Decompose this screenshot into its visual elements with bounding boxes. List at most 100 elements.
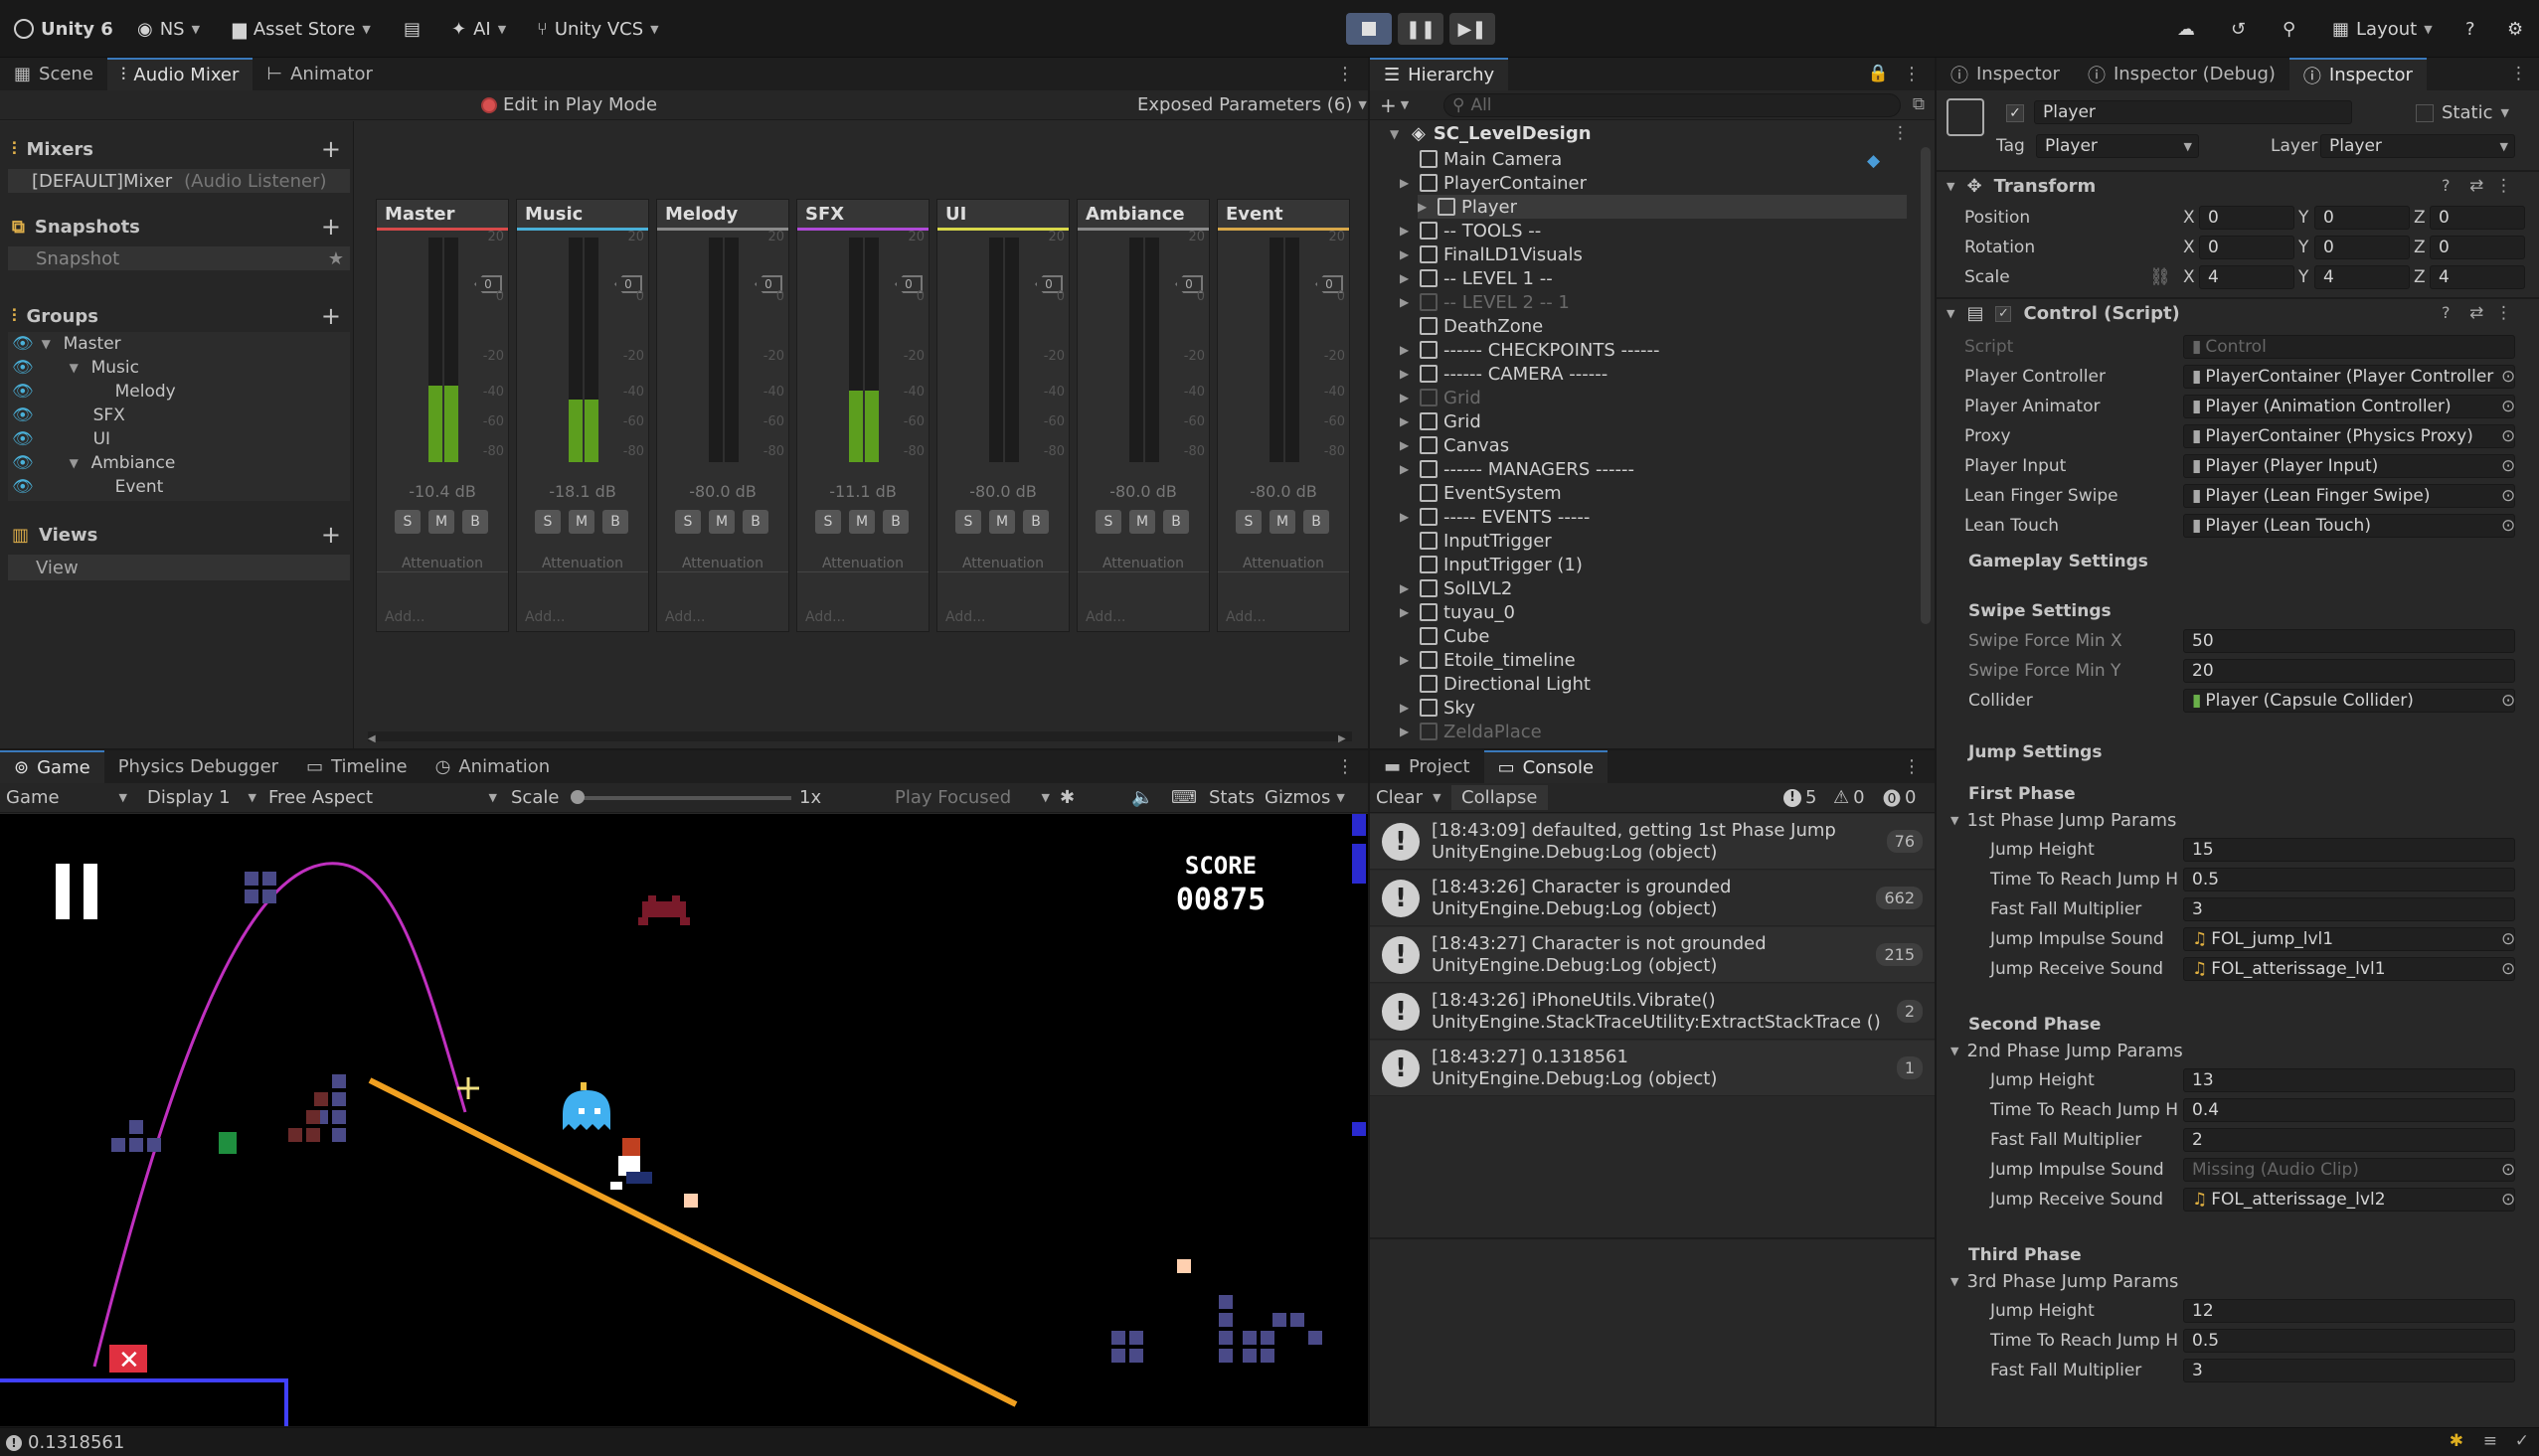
unity-menu[interactable]: Unity 6 bbox=[14, 14, 113, 44]
object-reference-field[interactable]: ▮ Player (Player Input) bbox=[2183, 454, 2515, 478]
scene-root[interactable]: ▼ ◈ SC_LevelDesign bbox=[1390, 123, 1592, 144]
play-focused-dropdown[interactable]: Play Focused ▼ bbox=[895, 787, 1054, 808]
mute-button[interactable]: M bbox=[1270, 510, 1295, 534]
swipe-force-min-y-field[interactable]: 20 bbox=[2183, 659, 2515, 683]
eye-icon[interactable]: 👁 bbox=[12, 382, 34, 402]
mute-button[interactable]: M bbox=[1129, 510, 1155, 534]
expand-arrow-icon[interactable]: ▶ bbox=[1400, 367, 1414, 381]
group-master[interactable]: 👁 ▼ Master bbox=[12, 334, 121, 354]
solo-button[interactable]: S bbox=[395, 510, 421, 534]
component-kebab-icon[interactable]: ⋮ bbox=[2495, 176, 2512, 196]
object-picker-icon[interactable]: ⊙ bbox=[2501, 486, 2515, 506]
expand-arrow-icon[interactable]: ▼ bbox=[42, 337, 56, 351]
strip-name[interactable]: Ambiance bbox=[1078, 200, 1209, 228]
hierarchy-item[interactable]: Cube bbox=[1400, 624, 1489, 648]
database-icon[interactable]: ≡ bbox=[2483, 1431, 2497, 1451]
strip-name[interactable]: SFX bbox=[797, 200, 929, 228]
strip-name[interactable]: Master bbox=[377, 200, 508, 228]
hierarchy-item[interactable]: InputTrigger bbox=[1400, 529, 1552, 553]
expand-arrow-icon[interactable]: ▼ bbox=[1950, 1275, 1958, 1288]
add-group-button[interactable]: + bbox=[321, 302, 341, 330]
console-log-entry[interactable]: ! [18:43:26] Character is grounded UnityEn… bbox=[1370, 871, 1935, 926]
edit-in-play-mode-toggle[interactable]: Edit in Play Mode bbox=[481, 94, 657, 115]
rotation-x-field[interactable]: 0 bbox=[2199, 236, 2294, 259]
bypass-button[interactable]: B bbox=[462, 510, 488, 534]
group-melody[interactable]: 👁 Melody bbox=[12, 382, 176, 402]
expand-arrow-icon[interactable]: ▶ bbox=[1400, 295, 1414, 309]
check-circle-icon[interactable]: ✓ bbox=[2515, 1431, 2529, 1451]
account-dropdown[interactable]: ◉ NS ▼ bbox=[137, 14, 200, 44]
tab-inspector-debug[interactable]: ⓘ Inspector (Debug) bbox=[2074, 58, 2289, 90]
object-reference-field[interactable]: ▮ PlayerContainer (Player Controller bbox=[2183, 365, 2515, 389]
eye-icon[interactable]: 👁 bbox=[12, 334, 34, 354]
jump-height-field[interactable]: 15 bbox=[2183, 838, 2515, 862]
hierarchy-item[interactable]: ▶ -- LEVEL 1 -- bbox=[1400, 266, 1553, 290]
expand-arrow-icon[interactable]: ▶ bbox=[1400, 414, 1414, 428]
object-picker-icon[interactable]: ⊙ bbox=[2501, 367, 2515, 387]
object-reference-field[interactable]: ▮ PlayerContainer (Physics Proxy) bbox=[2183, 424, 2515, 448]
tab-audio-mixer[interactable]: ⫶ Audio Mixer bbox=[106, 58, 254, 90]
hierarchy-item[interactable]: Directional Light bbox=[1400, 672, 1591, 696]
solo-button[interactable]: S bbox=[955, 510, 981, 534]
solo-button[interactable]: S bbox=[535, 510, 561, 534]
eye-icon[interactable]: 👁 bbox=[12, 453, 34, 473]
scale-y-field[interactable]: 4 bbox=[2314, 265, 2410, 289]
time-to-reach-field[interactable]: 0.5 bbox=[2183, 1329, 2515, 1353]
solo-button[interactable]: S bbox=[1236, 510, 1262, 534]
expand-arrow-icon[interactable]: ▼ bbox=[1947, 307, 1954, 320]
tab-console[interactable]: ▭ Console bbox=[1483, 750, 1608, 783]
hierarchy-item[interactable]: ▶ Sky bbox=[1400, 696, 1475, 720]
hierarchy-item[interactable]: ▶ -- TOOLS -- bbox=[1400, 219, 1541, 243]
hierarchy-item[interactable]: ▶ Grid bbox=[1400, 386, 1481, 409]
mixer-horizontal-scrollbar[interactable]: ◀ ▶ bbox=[368, 731, 1352, 744]
view-item[interactable]: View bbox=[8, 555, 350, 580]
hierarchy-item[interactable]: ▶ Grid bbox=[1400, 409, 1481, 433]
fast-fall-field[interactable]: 3 bbox=[2183, 897, 2515, 921]
hierarchy-item[interactable]: ▶ ZeldaPlace bbox=[1400, 720, 1542, 743]
add-view-button[interactable]: + bbox=[321, 521, 341, 549]
vcs-dropdown[interactable]: ⑂ Unity VCS ▼ bbox=[537, 14, 659, 44]
receive-sound-field[interactable]: ♫ FOL_atterissage_lvl1 bbox=[2183, 957, 2515, 981]
mixer-item[interactable]: [DEFAULT]Mixer (Audio Listener) bbox=[8, 169, 350, 193]
hierarchy-item[interactable]: DeathZone bbox=[1400, 314, 1543, 338]
mute-button[interactable]: M bbox=[428, 510, 454, 534]
game-viewport[interactable]: ✕ SCORE 00875 bbox=[0, 814, 1368, 1426]
expand-arrow-icon[interactable]: ▶ bbox=[1400, 510, 1414, 524]
hierarchy-search-input[interactable]: ⚲ All bbox=[1443, 92, 1901, 117]
preset-icon[interactable]: ⇄ bbox=[2469, 176, 2483, 196]
add-snapshot-button[interactable]: + bbox=[321, 213, 341, 241]
create-dropdown[interactable]: + ▼ bbox=[1380, 93, 1409, 117]
hierarchy-item[interactable]: ▶ ------ MANAGERS ------ bbox=[1400, 457, 1634, 481]
control-script-header[interactable]: ▼ ▤ ✓ Control (Script) bbox=[1947, 303, 2180, 324]
package-icon-button[interactable]: ▤ bbox=[404, 14, 421, 44]
object-picker-icon[interactable]: ⊙ bbox=[2501, 1190, 2515, 1210]
swipe-force-min-x-field[interactable]: 50 bbox=[2183, 629, 2515, 653]
strip-name[interactable]: Melody bbox=[657, 200, 788, 228]
position-x-field[interactable]: 0 bbox=[2199, 206, 2294, 230]
layer-dropdown[interactable]: Player ▼ bbox=[2320, 134, 2515, 158]
add-mixer-button[interactable]: + bbox=[321, 135, 341, 163]
add-effect-button[interactable]: Add... bbox=[665, 609, 705, 625]
expand-arrow-icon[interactable]: ▼ bbox=[70, 456, 84, 470]
asset-store-dropdown[interactable]: ▆ Asset Store ▼ bbox=[233, 14, 371, 44]
layout-dropdown[interactable]: ▦ Layout ▼ bbox=[2332, 14, 2433, 44]
time-to-reach-field[interactable]: 0.5 bbox=[2183, 868, 2515, 891]
snapshot-item[interactable]: Snapshot ★ bbox=[8, 246, 350, 270]
status-message[interactable]: ! 0.1318561 bbox=[6, 1432, 124, 1453]
kebab-menu-icon[interactable]: ⋮ bbox=[1903, 756, 1921, 777]
active-checkbox[interactable]: ✓ bbox=[2006, 104, 2024, 122]
jump-height-field[interactable]: 12 bbox=[2183, 1299, 2515, 1323]
object-picker-icon[interactable]: ⊙ bbox=[2501, 1160, 2515, 1180]
ai-dropdown[interactable]: ✦ AI ▼ bbox=[451, 14, 506, 44]
aspect-dropdown[interactable]: Free Aspect ▼ bbox=[268, 787, 497, 808]
eye-icon[interactable]: 👁 bbox=[12, 477, 34, 497]
filter-icon[interactable]: ⧉ bbox=[1913, 94, 1925, 114]
eye-icon[interactable]: 👁 bbox=[12, 429, 34, 449]
expand-arrow-icon[interactable]: ▶ bbox=[1400, 391, 1414, 404]
object-name-input[interactable]: Player bbox=[2034, 100, 2352, 124]
object-picker-icon[interactable]: ⊙ bbox=[2501, 929, 2515, 949]
object-picker-icon[interactable]: ⊙ bbox=[2501, 426, 2515, 446]
cloud-button[interactable]: ☁ bbox=[2177, 14, 2195, 44]
rotation-z-field[interactable]: 0 bbox=[2430, 236, 2525, 259]
step-button[interactable]: ▶❚ bbox=[1449, 13, 1495, 45]
